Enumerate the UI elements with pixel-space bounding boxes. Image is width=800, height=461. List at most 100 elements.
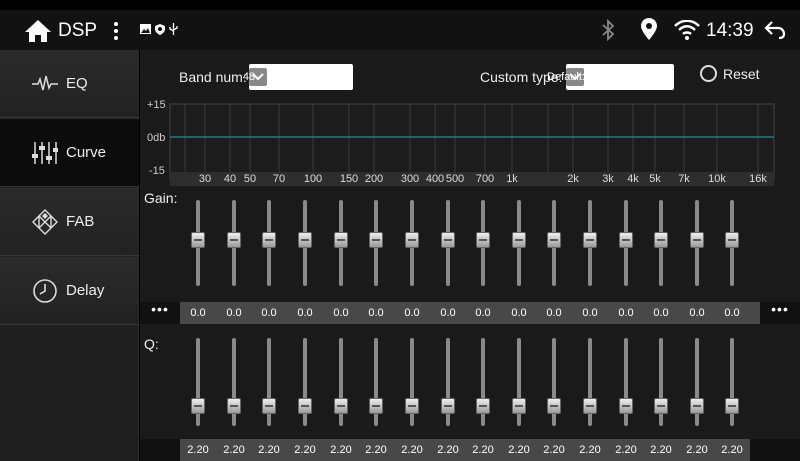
- slider-thumb[interactable]: [191, 398, 205, 414]
- slider-thumb[interactable]: [441, 398, 455, 414]
- slider-thumb[interactable]: [654, 232, 668, 248]
- gain-slider[interactable]: [690, 200, 704, 286]
- slider-thumb[interactable]: [654, 398, 668, 414]
- gain-slider[interactable]: [262, 200, 276, 286]
- slider-thumb[interactable]: [547, 232, 561, 248]
- slider-thumb[interactable]: [262, 398, 276, 414]
- q-slider[interactable]: [512, 338, 526, 426]
- slider-thumb[interactable]: [227, 398, 241, 414]
- back-icon[interactable]: [764, 20, 786, 40]
- slider-thumb[interactable]: [441, 232, 455, 248]
- slider-thumb[interactable]: [690, 398, 704, 414]
- slider-thumb[interactable]: [512, 232, 526, 248]
- band-num-select[interactable]: 48: [243, 64, 353, 90]
- gain-slider[interactable]: [369, 200, 383, 286]
- q-label: Q:: [144, 336, 159, 352]
- gain-slider[interactable]: [512, 200, 526, 286]
- slider-thumb[interactable]: [262, 232, 276, 248]
- home-icon[interactable]: [24, 19, 52, 43]
- sidebar-item-eq[interactable]: EQ: [0, 50, 139, 118]
- sidebar-item-curve[interactable]: Curve: [0, 119, 139, 187]
- gain-more-right-button[interactable]: •••: [760, 302, 800, 324]
- q-slider[interactable]: [476, 338, 490, 426]
- gain-slider[interactable]: [476, 200, 490, 286]
- band-value: 0.0: [226, 307, 242, 319]
- app-title: DSP: [58, 20, 98, 41]
- sidebar-item-label: FAB: [66, 213, 95, 230]
- slider-thumb[interactable]: [583, 398, 597, 414]
- q-slider[interactable]: [619, 338, 633, 426]
- q-strip-right: [750, 439, 800, 461]
- slider-thumb[interactable]: [690, 232, 704, 248]
- custom-type-select[interactable]: Default:: [547, 64, 674, 90]
- sidebar-item-fab[interactable]: FAB: [0, 188, 139, 256]
- slider-thumb[interactable]: [405, 232, 419, 248]
- band-value: 0.0: [261, 307, 277, 319]
- slider-thumb[interactable]: [298, 398, 312, 414]
- band-value: 2.20: [223, 444, 245, 456]
- q-strip-left: [140, 439, 180, 461]
- slider-thumb[interactable]: [476, 398, 490, 414]
- freq-label: 3k: [602, 173, 614, 185]
- slider-thumb[interactable]: [583, 232, 597, 248]
- slider-thumb[interactable]: [512, 398, 526, 414]
- slider-thumb[interactable]: [725, 398, 739, 414]
- freq-label: 400: [425, 173, 445, 185]
- gain-slider[interactable]: [227, 200, 241, 286]
- slider-thumb[interactable]: [369, 232, 383, 248]
- slider-thumb[interactable]: [298, 232, 312, 248]
- gain-slider[interactable]: [441, 200, 455, 286]
- q-slider[interactable]: [191, 338, 205, 426]
- q-slider[interactable]: [227, 338, 241, 426]
- q-slider[interactable]: [298, 338, 312, 426]
- band-num-label: Band num:: [179, 69, 247, 85]
- gain-slider[interactable]: [547, 200, 561, 286]
- gain-slider[interactable]: [405, 200, 419, 286]
- slider-thumb[interactable]: [619, 232, 633, 248]
- q-slider[interactable]: [262, 338, 276, 426]
- slider-thumb[interactable]: [725, 232, 739, 248]
- freq-label: 5k: [649, 173, 661, 185]
- slider-thumb[interactable]: [369, 398, 383, 414]
- gain-more-left-button[interactable]: •••: [140, 302, 180, 324]
- band-value: 2.20: [258, 444, 280, 456]
- slider-thumb[interactable]: [476, 232, 490, 248]
- q-slider[interactable]: [654, 338, 668, 426]
- wifi-icon: [674, 20, 700, 40]
- gain-slider[interactable]: [619, 200, 633, 286]
- q-slider[interactable]: [725, 338, 739, 426]
- gain-slider[interactable]: [583, 200, 597, 286]
- q-slider[interactable]: [583, 338, 597, 426]
- q-slider[interactable]: [369, 338, 383, 426]
- slider-thumb[interactable]: [405, 398, 419, 414]
- band-value: 2.20: [508, 444, 530, 456]
- q-slider[interactable]: [441, 338, 455, 426]
- q-slider[interactable]: [405, 338, 419, 426]
- band-value: 0.0: [297, 307, 313, 319]
- gain-slider[interactable]: [298, 200, 312, 286]
- reset-button[interactable]: Reset: [700, 65, 760, 82]
- q-slider[interactable]: [334, 338, 348, 426]
- gain-slider[interactable]: [654, 200, 668, 286]
- gain-slider[interactable]: [191, 200, 205, 286]
- q-slider[interactable]: [690, 338, 704, 426]
- gain-slider[interactable]: [725, 200, 739, 286]
- more-vert-icon[interactable]: [113, 20, 119, 40]
- slider-thumb[interactable]: [547, 398, 561, 414]
- freq-label: 100: [303, 173, 323, 185]
- q-slider[interactable]: [547, 338, 561, 426]
- slider-thumb[interactable]: [227, 232, 241, 248]
- sidebar-item-label: Curve: [66, 144, 107, 161]
- band-value: 0.0: [653, 307, 669, 319]
- sidebar-item-delay[interactable]: Delay: [0, 257, 139, 325]
- notification-icons: [140, 23, 178, 35]
- gain-slider[interactable]: [334, 200, 348, 286]
- band-value: 0.0: [440, 307, 456, 319]
- slider-thumb[interactable]: [334, 398, 348, 414]
- slider-thumb[interactable]: [334, 232, 348, 248]
- freq-label: 1k: [506, 173, 518, 185]
- slider-thumb[interactable]: [619, 398, 633, 414]
- freq-label: 150: [339, 173, 359, 185]
- slider-thumb[interactable]: [191, 232, 205, 248]
- band-value: 2.20: [365, 444, 387, 456]
